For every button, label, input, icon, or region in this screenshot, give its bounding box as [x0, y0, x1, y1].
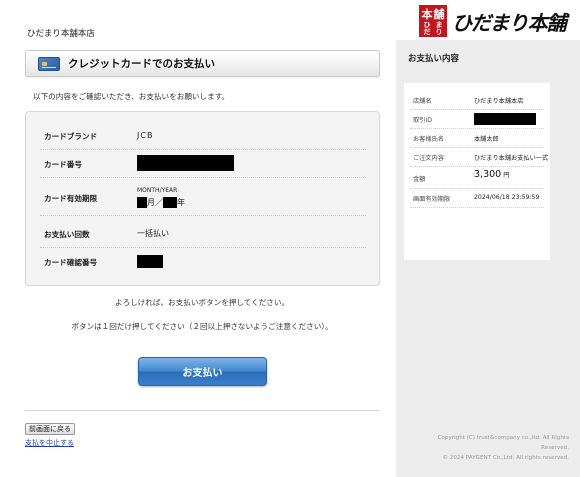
sidebar-title: お支払い内容 — [408, 54, 460, 64]
amount-value: 3,300 — [474, 169, 502, 180]
summary-key: ご注文内容 — [413, 155, 444, 162]
summary-row-amount: 金額 3,300 円 — [410, 167, 544, 189]
summary-row-expiry: 画面有効期限 2024/06/18 23:59:59 — [410, 189, 544, 208]
expiry-separator: ／ — [155, 198, 163, 207]
summary-key: 画面有効期限 — [413, 196, 451, 203]
copyright-line-1: Copyright (C) trust&company co.,ltd. All… — [437, 435, 569, 441]
card-number-row: カード番号 — [40, 150, 366, 178]
card-brand-row: カードブランド JCB — [40, 122, 366, 150]
back-button[interactable]: 前画面に戻る — [25, 423, 75, 435]
cancel-payment-link[interactable]: 支払を中止する — [25, 438, 74, 448]
page-title-bar: クレジットカードでのお支払い — [25, 50, 380, 77]
pay-button[interactable]: お支払い — [138, 357, 267, 386]
expiry-year-redacted — [163, 197, 177, 208]
card-expiry-row: カード有効期限 MONTH/YEAR 月 ／ 年 — [40, 178, 366, 216]
copyright-line-2: Reserved. — [541, 445, 569, 451]
expiry-month-unit: 月 — [147, 198, 155, 207]
card-brand-value: JCB — [137, 131, 154, 140]
card-cvv-redacted — [137, 255, 163, 268]
card-expiry-label: カード有効期限 — [44, 194, 98, 203]
credit-card-icon — [38, 56, 60, 71]
summary-box: 店舗名 ひだまり本舗本店 取引ID お客様氏名 本舗太郎 ご注文内容 ひだまり本… — [404, 83, 550, 260]
summary-key: 取引ID — [413, 117, 432, 124]
single-click-warning: ボタンは１回だけ押してください（２回以上押さないようご注意ください）。 — [71, 322, 333, 331]
logo-text: ひだまり本舗 — [452, 10, 567, 35]
copyright-line-3: © 2024 PAYGENT Co.,Ltd. All rights reser… — [442, 455, 569, 461]
card-number-label: カード番号 — [44, 160, 82, 169]
card-cvv-label: カード確認番号 — [44, 258, 98, 267]
card-number-redacted — [137, 155, 234, 171]
summary-amount: 3,300 円 — [474, 169, 509, 180]
payment-count-label: お支払い回数 — [44, 230, 90, 239]
card-info-panel: カードブランド JCB カード番号 カード有効期限 MONTH/YEAR 月 ／… — [25, 111, 380, 286]
amount-unit: 円 — [503, 172, 510, 179]
summary-row-customer: お客様氏名 本舗太郎 — [410, 129, 544, 148]
expiry-year-unit: 年 — [177, 198, 185, 207]
logo-seal: 本 舗 ひだ まり — [419, 5, 447, 37]
store-logo: 本 舗 ひだ まり ひだまり本舗 — [419, 4, 575, 38]
summary-row-order: ご注文内容 ひだまり本舗お支払い一式 — [410, 148, 548, 167]
summary-value: 2024/06/18 23:59:59 — [474, 194, 540, 201]
summary-row-transaction-id: 取引ID — [410, 110, 544, 129]
transaction-id-redacted — [474, 113, 536, 125]
confirm-instruction: よろしければ、お支払いボタンを押してください。 — [114, 298, 290, 307]
summary-key: お客様氏名 — [413, 136, 444, 143]
payment-summary-sidebar: お支払い内容 店舗名 ひだまり本舗本店 取引ID お客様氏名 本舗太郎 ご注文内… — [396, 40, 580, 477]
summary-value: 本舗太郎 — [474, 136, 499, 143]
summary-key: 店舗名 — [413, 98, 432, 105]
summary-row-store: 店舗名 ひだまり本舗本店 — [410, 91, 544, 110]
summary-value: ひだまり本舗本店 — [474, 98, 524, 105]
summary-value: ひだまり本舗お支払い一式 — [474, 155, 549, 162]
footer-divider — [25, 410, 380, 411]
payment-count-row: お支払い回数 一括払い — [40, 216, 366, 248]
page-title: クレジットカードでのお支払い — [68, 58, 215, 70]
payment-count-value: 一括払い — [137, 229, 169, 238]
card-expiry-format: MONTH/YEAR — [137, 187, 178, 194]
card-expiry-value: 月 ／ 年 — [137, 197, 185, 208]
intro-text: 以下の内容をご確認いただき、お支払いをお願いします。 — [33, 92, 230, 101]
store-name: ひだまり本舗本店 — [27, 29, 95, 39]
expiry-month-redacted — [137, 197, 147, 208]
card-cvv-row: カード確認番号 — [40, 248, 366, 276]
card-brand-label: カードブランド — [44, 132, 98, 141]
summary-key: 金額 — [413, 176, 426, 183]
